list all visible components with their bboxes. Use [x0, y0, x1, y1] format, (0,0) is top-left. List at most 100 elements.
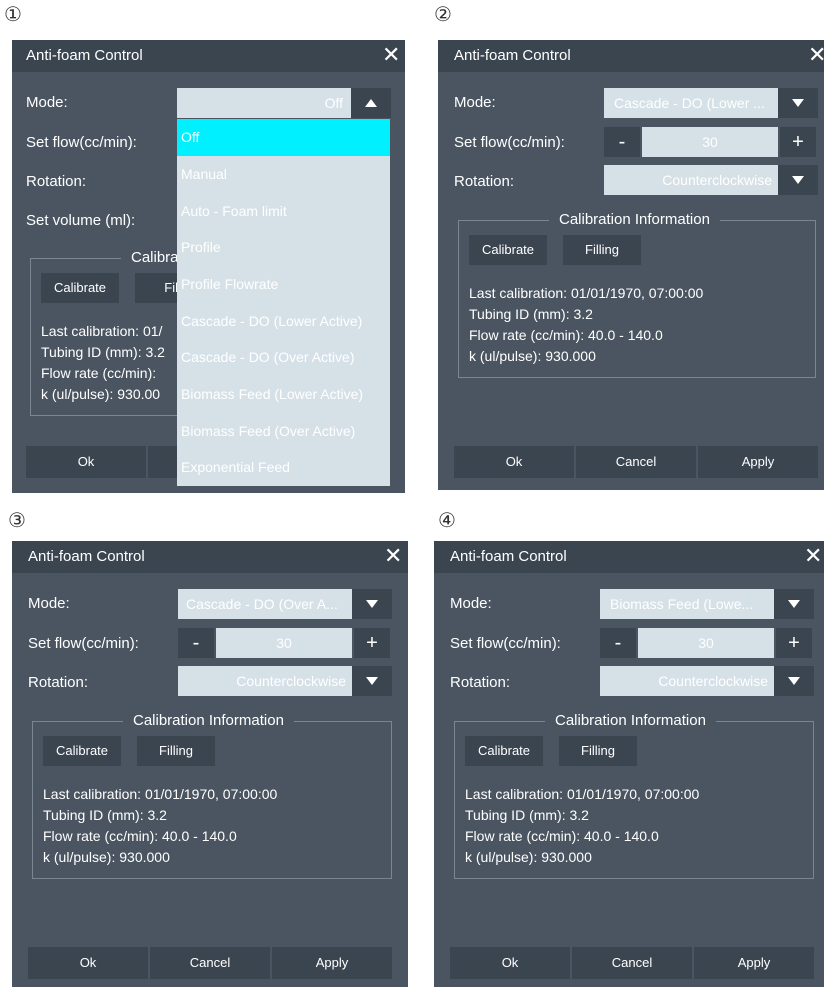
calibrate-button[interactable]: Calibrate: [41, 273, 119, 303]
title-bar: Anti-foam Control ✕: [438, 40, 824, 72]
menu-item-profile-flowrate[interactable]: Profile Flowrate: [177, 266, 390, 303]
calibration-box: Calibration Information Calibrate Fillin…: [454, 712, 814, 879]
mode-label: Mode:: [26, 94, 68, 111]
calibration-box: Calibration Information Calibrate Fillin…: [32, 712, 392, 879]
calibrate-button[interactable]: Calibrate: [465, 736, 543, 766]
menu-item-exponential-feed[interactable]: Exponential Feed: [177, 449, 390, 486]
increment-button[interactable]: +: [354, 628, 390, 658]
rotation-dropdown-toggle[interactable]: [352, 666, 392, 696]
tubing-id: Tubing ID (mm): 3.2: [465, 807, 589, 823]
rotation-label: Rotation:: [454, 173, 515, 190]
flow-value: 30: [276, 635, 292, 651]
mode-label: Mode:: [28, 595, 70, 612]
decrement-button[interactable]: -: [604, 127, 640, 157]
mode-dropdown-menu: Off Manual Auto - Foam limit Profile Pro…: [177, 119, 390, 486]
flow-rate: Flow rate (cc/min):: [41, 365, 157, 381]
flow-value: 30: [702, 134, 718, 150]
dialog-title: Anti-foam Control: [454, 47, 571, 64]
menu-item-auto-foam-limit[interactable]: Auto - Foam limit: [177, 193, 390, 230]
last-calibration: Last calibration: 01/01/1970, 07:00:00: [469, 285, 704, 301]
mode-dropdown-toggle[interactable]: [351, 88, 391, 118]
menu-item-manual[interactable]: Manual: [177, 156, 390, 193]
dialog-title: Anti-foam Control: [26, 47, 143, 64]
rotation-dropdown-toggle[interactable]: [778, 165, 818, 195]
chevron-up-icon: [365, 99, 377, 107]
set-flow-label: Set flow(cc/min):: [28, 635, 139, 652]
rotation-dropdown-toggle[interactable]: [774, 666, 814, 696]
last-calibration: Last calibration: 01/01/1970, 07:00:00: [465, 786, 700, 802]
calibration-info: Last calibration: 01/01/1970, 07:00:00 T…: [465, 784, 699, 868]
calibrate-button[interactable]: Calibrate: [469, 235, 547, 265]
mode-value: Off: [324, 95, 343, 111]
mode-select[interactable]: Cascade - DO (Lower ...: [604, 88, 778, 118]
close-icon[interactable]: ✕: [382, 43, 400, 67]
mode-value: Cascade - DO (Over A...: [186, 596, 338, 612]
mode-select[interactable]: Biomass Feed (Lowe...: [600, 589, 774, 619]
increment-button[interactable]: +: [780, 127, 816, 157]
title-bar: Anti-foam Control ✕: [12, 541, 408, 573]
ok-button[interactable]: Ok: [450, 947, 570, 979]
anti-foam-dialog-4: Anti-foam Control ✕ Mode: Biomass Feed (…: [434, 541, 824, 987]
menu-item-profile[interactable]: Profile: [177, 229, 390, 266]
close-icon[interactable]: ✕: [808, 43, 824, 67]
filling-button[interactable]: Filling: [563, 235, 641, 265]
mode-value: Biomass Feed (Lowe...: [610, 596, 754, 612]
increment-button[interactable]: +: [776, 628, 812, 658]
menu-item-cascade-do-lower[interactable]: Cascade - DO (Lower Active): [177, 303, 390, 340]
flow-input[interactable]: 30: [642, 127, 778, 157]
cancel-button[interactable]: Cancel: [150, 947, 270, 979]
rotation-value: Counterclockwise: [662, 172, 772, 188]
rotation-select[interactable]: Counterclockwise: [178, 666, 352, 696]
ok-button[interactable]: Ok: [26, 446, 146, 478]
apply-button[interactable]: Apply: [694, 947, 814, 979]
filling-button[interactable]: Filling: [137, 736, 215, 766]
menu-item-biomass-feed-lower[interactable]: Biomass Feed (Lower Active): [177, 376, 390, 413]
decrement-button[interactable]: -: [178, 628, 214, 658]
tubing-id: Tubing ID (mm): 3.2: [41, 344, 165, 360]
rotation-select[interactable]: Counterclockwise: [604, 165, 778, 195]
panel-number-1: ①: [4, 2, 22, 26]
mode-select[interactable]: Off: [177, 88, 351, 118]
calibration-info: Last calibration: 01/01/1970, 07:00:00 T…: [43, 784, 277, 868]
flow-value: 30: [698, 635, 714, 651]
apply-button[interactable]: Apply: [272, 947, 392, 979]
k-value: k (ul/pulse): 930.000: [43, 849, 170, 865]
mode-select[interactable]: Cascade - DO (Over A...: [178, 589, 352, 619]
mode-label: Mode:: [454, 94, 496, 111]
rotation-select[interactable]: Counterclockwise: [600, 666, 774, 696]
close-icon[interactable]: ✕: [804, 544, 822, 568]
flow-input[interactable]: 30: [216, 628, 352, 658]
calibration-info: Last calibration: 01/01/1970, 07:00:00 T…: [469, 283, 703, 367]
cancel-button[interactable]: Cancel: [576, 446, 696, 478]
ok-button[interactable]: Ok: [28, 947, 148, 979]
mode-label: Mode:: [450, 595, 492, 612]
tubing-id: Tubing ID (mm): 3.2: [469, 306, 593, 322]
ok-button[interactable]: Ok: [454, 446, 574, 478]
title-bar: Anti-foam Control ✕: [12, 40, 405, 72]
calibrate-button[interactable]: Calibrate: [43, 736, 121, 766]
flow-rate: Flow rate (cc/min): 40.0 - 140.0: [465, 828, 659, 844]
mode-dropdown-toggle[interactable]: [352, 589, 392, 619]
menu-item-cascade-do-over[interactable]: Cascade - DO (Over Active): [177, 339, 390, 376]
dialog-footer: Ok Cancel Apply: [28, 947, 392, 979]
apply-button[interactable]: Apply: [698, 446, 818, 478]
calibration-title: Calibration Information: [545, 712, 716, 729]
cancel-button[interactable]: Cancel: [572, 947, 692, 979]
k-value: k (ul/pulse): 930.000: [469, 348, 596, 364]
flow-input[interactable]: 30: [638, 628, 774, 658]
mode-dropdown-toggle[interactable]: [778, 88, 818, 118]
flow-rate: Flow rate (cc/min): 40.0 - 140.0: [469, 327, 663, 343]
filling-button[interactable]: Filling: [559, 736, 637, 766]
panel-number-2: ②: [434, 2, 452, 26]
set-flow-label: Set flow(cc/min):: [26, 134, 137, 151]
menu-item-biomass-feed-over[interactable]: Biomass Feed (Over Active): [177, 413, 390, 450]
last-calibration: Last calibration: 01/: [41, 323, 163, 339]
calibration-box: Calibration Information Calibrate Fillin…: [458, 211, 816, 378]
last-calibration: Last calibration: 01/01/1970, 07:00:00: [43, 786, 278, 802]
close-icon[interactable]: ✕: [384, 544, 402, 568]
anti-foam-dialog-2: Anti-foam Control ✕ Mode: Cascade - DO (…: [438, 40, 824, 490]
decrement-button[interactable]: -: [600, 628, 636, 658]
mode-dropdown-toggle[interactable]: [774, 589, 814, 619]
menu-item-off[interactable]: Off: [177, 119, 390, 156]
rotation-value: Counterclockwise: [236, 673, 346, 689]
